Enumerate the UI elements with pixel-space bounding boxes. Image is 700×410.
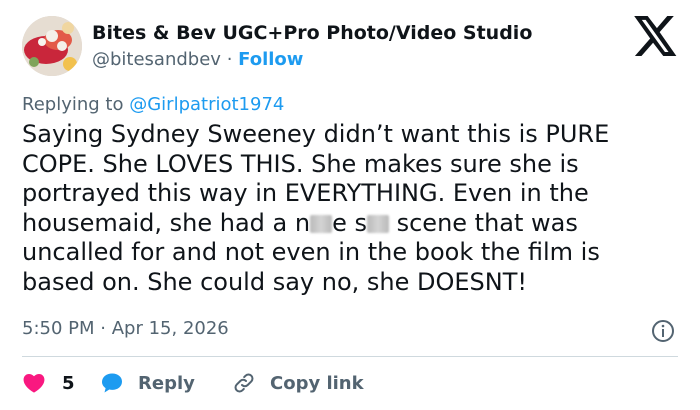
copy-link-label: Copy link bbox=[270, 372, 364, 394]
like-button[interactable]: 5 bbox=[22, 370, 75, 396]
tweet-line: uncalled for and not even in the book th… bbox=[22, 238, 600, 266]
tweet-line: portrayed this way in EVERYTHING. Even i… bbox=[22, 179, 589, 207]
tweet-line: based on. She could say no, she DOESNT! bbox=[22, 267, 527, 296]
avatar-food-image bbox=[22, 16, 82, 76]
link-icon bbox=[234, 373, 254, 393]
replying-prefix: Replying to bbox=[22, 94, 124, 115]
tweet-time: 5:50 PM bbox=[22, 318, 95, 339]
tweet-line: COPE. She LOVES THIS. She makes sure she… bbox=[22, 149, 579, 178]
author-handle-row: @bitesandbev · Follow bbox=[92, 49, 303, 70]
author-name[interactable]: Bites & Bev UGC+Pro Photo/Video Studio bbox=[92, 22, 532, 44]
censor-blur bbox=[366, 214, 389, 233]
replying-to: Replying to @Girlpatriot1974 bbox=[22, 94, 284, 115]
censor-blur bbox=[310, 214, 333, 233]
avatar[interactable] bbox=[22, 16, 82, 76]
copy-link-button[interactable]: Copy link bbox=[232, 370, 364, 396]
divider bbox=[22, 356, 678, 357]
speech-bubble-icon bbox=[102, 373, 122, 393]
tweet-text: Saying Sydney Sweeney didn’t want this i… bbox=[22, 120, 682, 297]
tweet-line: housemaid, she had a n e s scene that was bbox=[22, 209, 682, 239]
tweet-line: Saying Sydney Sweeney didn’t want this i… bbox=[22, 120, 610, 148]
tweet-fragment: scene that was bbox=[388, 208, 578, 237]
reply-mention-link[interactable]: @Girlpatriot1974 bbox=[129, 94, 284, 115]
reply-button[interactable]: Reply bbox=[100, 370, 195, 396]
tweet-timestamp[interactable]: 5:50 PM · Apr 15, 2026 bbox=[22, 318, 229, 339]
tweet-date: Apr 15, 2026 bbox=[111, 318, 229, 339]
tweet-fragment: e s bbox=[332, 208, 367, 237]
heart-icon bbox=[23, 373, 45, 393]
follow-button[interactable]: Follow bbox=[238, 49, 303, 70]
x-logo-icon[interactable] bbox=[634, 16, 678, 56]
timestamp-separator: · bbox=[100, 318, 106, 339]
author-handle[interactable]: @bitesandbev bbox=[92, 49, 221, 70]
tweet-fragment: housemaid, she had a n bbox=[22, 208, 311, 237]
reply-label: Reply bbox=[138, 372, 195, 394]
info-icon[interactable] bbox=[651, 319, 675, 343]
like-count: 5 bbox=[62, 372, 75, 394]
handle-separator: · bbox=[226, 49, 233, 70]
